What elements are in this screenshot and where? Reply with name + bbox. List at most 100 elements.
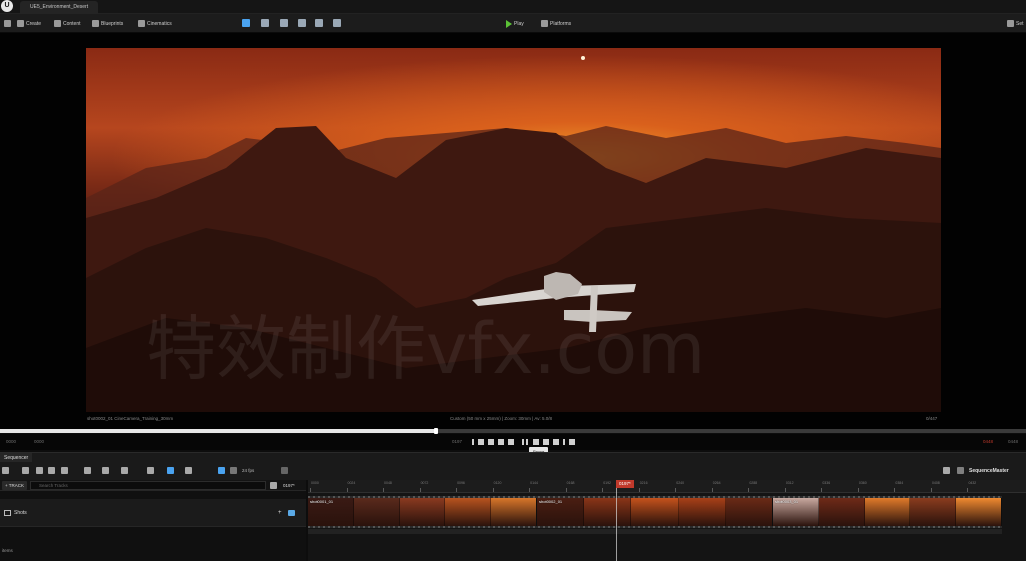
jump-end-icon[interactable] (563, 439, 565, 445)
ruler-tick (711, 488, 713, 492)
ruler-tick-label: 0216 (639, 481, 648, 485)
ruler-tick (310, 488, 311, 492)
ruler-tick (456, 488, 458, 492)
rewind-icon[interactable] (498, 439, 504, 445)
foliage-mode-icon[interactable] (280, 19, 288, 27)
ruler-tick-label: 0144 (530, 481, 538, 485)
shot-clip-label: shot0001_01 (310, 499, 334, 504)
save-sequence-icon[interactable] (22, 467, 29, 474)
ruler-tick (565, 488, 567, 492)
frame-rate-selector[interactable]: 24 fps (242, 468, 254, 473)
ruler-tick-label: 0408 (931, 481, 940, 485)
ruler-tick-label: 0312 (785, 481, 794, 485)
step-back-icon[interactable] (488, 439, 494, 445)
content-button[interactable]: Content (54, 17, 81, 30)
ruler-tick (675, 488, 677, 492)
create-button[interactable]: Create (17, 17, 41, 30)
auto-key-icon[interactable] (218, 467, 225, 474)
cinematics-button[interactable]: Cinematics (138, 17, 172, 30)
platforms-icon (541, 20, 548, 27)
playhead-line[interactable] (616, 488, 617, 561)
ruler-tick-label: 0432 (968, 481, 977, 485)
ruler-tick-label: 0336 (822, 481, 831, 485)
track-header-bar: + TRACK Search Tracks 0197* (0, 480, 306, 491)
snap-icon[interactable] (167, 467, 174, 474)
reverse-play-icon[interactable] (508, 439, 514, 445)
shot-clip[interactable]: shot0003_01 (772, 498, 1002, 526)
next-key-icon[interactable] (553, 439, 559, 445)
unreal-logo-icon[interactable]: U (1, 0, 13, 12)
time-ruler[interactable]: 0000 0024 0048 0072 0096 0120 0144 0168 0192 0216… (308, 480, 1026, 493)
pause-icon[interactable] (522, 439, 524, 445)
ruler-tick-label: 0168 (566, 481, 575, 485)
shot-thumbnail (584, 498, 632, 526)
step-forward-icon[interactable] (543, 439, 549, 445)
platforms-button[interactable]: Platforms (541, 17, 571, 30)
frame-counter-label: 0/447 (926, 416, 938, 421)
playback-scrub-bar[interactable] (0, 428, 1026, 434)
ruler-tick (748, 488, 750, 492)
blueprints-button[interactable]: Blueprints (92, 17, 123, 30)
jump-start-icon[interactable] (472, 439, 474, 445)
camera-icon[interactable] (288, 510, 295, 516)
edit-tool-icon[interactable] (185, 467, 192, 474)
ruler-tick-label: 0120 (493, 481, 502, 485)
filter-icon[interactable] (270, 482, 277, 489)
frame-rate-icon (230, 467, 237, 474)
ruler-tick-label: 0384 (895, 481, 904, 485)
current-frame-field[interactable]: 0197 (452, 439, 462, 444)
play-button[interactable]: Play (506, 17, 524, 30)
add-shot-button[interactable]: + (278, 510, 282, 516)
lock-icon[interactable] (281, 467, 288, 474)
ruler-tick (857, 488, 859, 492)
render-icon[interactable] (48, 467, 55, 474)
sequencer-toolbar: 24 fps SequenceMaster (0, 462, 1026, 480)
loop-icon[interactable] (569, 439, 575, 445)
shot-track-lane[interactable]: shot0001_01 shot0002_01 shot0003_01 (308, 496, 1002, 528)
search-tracks-input[interactable]: Search Tracks (30, 481, 266, 490)
landscape-mode-icon[interactable] (261, 19, 269, 27)
shot-thumbnail (631, 498, 679, 526)
track-label: Shots (14, 510, 27, 516)
fracture-mode-icon[interactable] (333, 19, 341, 27)
ruler-tick (602, 488, 604, 492)
ruler-tick-label: 0000 (311, 481, 319, 485)
select-mode-icon[interactable] (242, 19, 250, 27)
camera-lock-icon[interactable] (2, 467, 9, 474)
shot-clip[interactable]: shot0002_01 (537, 498, 773, 526)
save-button[interactable] (4, 17, 11, 30)
document-tab[interactable]: UE5_Environment_Desert (20, 1, 99, 14)
shot-clip-label: shot0002_01 (539, 499, 563, 504)
key-icon[interactable] (84, 467, 91, 474)
find-icon[interactable] (36, 467, 43, 474)
settings-button[interactable]: Set (1007, 17, 1024, 30)
mesh-paint-icon[interactable] (298, 19, 306, 27)
ruler-tick-label: 0048 (384, 481, 392, 485)
actions-icon[interactable] (147, 467, 154, 474)
ruler-tick-label: 0072 (420, 481, 429, 485)
shot-thumbnail (910, 498, 957, 526)
folder-icon[interactable] (957, 467, 964, 474)
playhead-label[interactable]: 0197* (616, 480, 634, 488)
playback-options-icon[interactable] (121, 467, 128, 474)
previous-key-icon[interactable] (478, 439, 484, 445)
ruler-tick (492, 488, 494, 492)
sequence-name[interactable]: SequenceMaster (969, 468, 1009, 474)
create-icon (17, 20, 24, 27)
modeling-mode-icon[interactable] (315, 19, 323, 27)
back-arrow-icon[interactable] (943, 467, 950, 474)
clapperboard-icon[interactable] (61, 467, 68, 474)
add-track-button[interactable]: + TRACK (2, 481, 28, 490)
track-row-shots[interactable]: Shots + (0, 499, 306, 527)
play-forward-icon[interactable] (533, 439, 539, 445)
current-frame-box[interactable]: 0197* (283, 481, 295, 490)
level-viewport[interactable]: 特效制作vfx.com (86, 48, 941, 412)
shot-thumbnail (678, 498, 726, 526)
ruler-tick (419, 488, 421, 492)
view-options-icon[interactable] (102, 467, 109, 474)
ruler-tick-label: 0240 (676, 481, 685, 485)
track-list: Shots + items (0, 491, 306, 561)
shot-clip[interactable]: shot0001_01 (308, 498, 538, 526)
save-icon (4, 20, 11, 27)
ruler-tick (967, 488, 969, 492)
